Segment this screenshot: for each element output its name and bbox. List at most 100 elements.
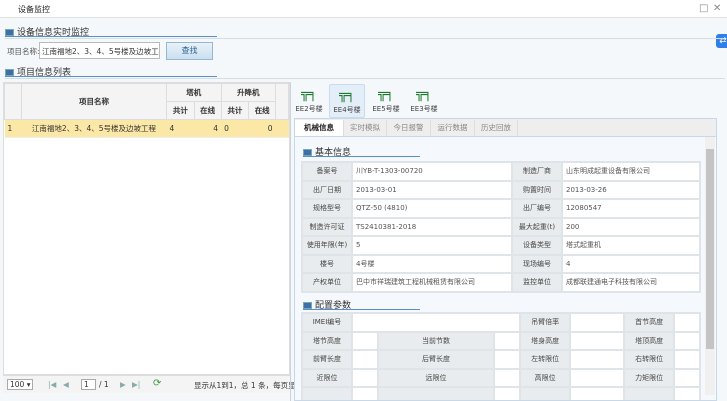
tab-history[interactable]: 历史回放: [475, 120, 518, 137]
first-page-icon[interactable]: |◀: [48, 380, 56, 389]
config-label: 首节高度: [623, 312, 676, 333]
config-value: [673, 349, 701, 370]
info-row: 产权单位 巴中市祥瑞建筑工程机械租赁有限公司 监控单位 成都联建通电子科技有限公司: [301, 272, 701, 293]
total-pages: / 1: [99, 380, 109, 389]
table-row[interactable]: 1 江南福地2、3、4、5号楼及边坡工程 4 4 0 0: [4, 119, 289, 138]
config-row: 塔节高度 当前节数 塔身高度 塔顶高度: [301, 330, 701, 351]
info-value: QTZ-50 (4810): [351, 198, 513, 219]
tab-run-data[interactable]: 运行数据: [431, 120, 475, 137]
search-button[interactable]: 查找: [166, 42, 213, 60]
tower-ee4[interactable]: ╦╕ EE4号楼: [329, 84, 365, 118]
scrollbar-thumb[interactable]: [706, 149, 714, 349]
project-name-input[interactable]: 江南福地2、3、4、5号楼及边坡工程: [39, 42, 160, 59]
scrollbar[interactable]: [705, 137, 715, 395]
monitor-icon: [5, 29, 14, 36]
tower-ee2[interactable]: ╦╕ EE2号楼: [291, 84, 327, 118]
config-label: [623, 386, 676, 400]
config-label: [376, 386, 496, 400]
config-table: IMEI编号 吊臂倍率 首节高度 塔节高度 当前节数 塔身高度 塔顶高度 前臂长度 后臂长…: [301, 312, 701, 400]
refresh-icon[interactable]: ⟳: [153, 378, 161, 389]
section-title: 项目信息列表: [17, 68, 72, 78]
info-label: 最大起重(t): [511, 216, 563, 237]
header-lift: 升降机: [220, 83, 277, 102]
config-label: 塔身高度: [519, 330, 572, 351]
next-page-icon[interactable]: ▶: [120, 380, 126, 389]
config-label: 后臂长度: [376, 349, 496, 370]
device-panel: ╦╕ EE2号楼 ╦╕ EE4号楼 ╦╕ EE5号楼 ╦╕ EE3号楼 机械信息 实时模…: [290, 82, 727, 401]
header-spacer: [275, 83, 289, 120]
close-icon[interactable]: ✕: [713, 3, 721, 14]
tower-online: 4: [194, 119, 222, 138]
info-row: 出厂日期 2013-03-01 购置时间 2013-03-26: [301, 179, 701, 200]
config-label: 吊臂倍率: [519, 312, 572, 333]
info-value: 12080547: [561, 198, 701, 219]
config-label: IMEI编号: [301, 312, 353, 333]
config-value: [351, 349, 379, 370]
info-value: 巴中市祥瑞建筑工程机械租赁有限公司: [351, 272, 513, 293]
info-label: 现场编号: [511, 253, 563, 274]
row-spacer: [275, 119, 289, 138]
header-tower: 塔机: [166, 83, 222, 102]
config-value: [569, 349, 626, 370]
window-titlebar: 设备监控 □ ✕: [0, 0, 727, 18]
info-icon: [303, 149, 312, 156]
basic-info-header: 基本信息: [303, 145, 420, 158]
info-label: 制造厂商: [511, 161, 563, 182]
last-page-icon[interactable]: ▶|: [132, 380, 140, 389]
maximize-icon[interactable]: □: [699, 3, 708, 14]
pager-summary: 显示从1到1，总 1 条，每页显: [194, 381, 296, 390]
lift-total: 0: [221, 119, 249, 138]
config-value: [493, 367, 522, 388]
lift-online: 0: [248, 119, 276, 138]
page-size-select[interactable]: 100 ▾: [7, 379, 34, 390]
info-row: 备案号 川YB-T-1303-00720 制造厂商 山东明成起重设备有限公司: [301, 161, 701, 182]
info-value: 塔式起重机: [561, 235, 701, 256]
window-title: 设备监控: [18, 5, 50, 14]
project-name: 江南福地2、3、4、5号楼及边坡工程: [21, 119, 167, 138]
info-value: 山东明成起重设备有限公司: [561, 161, 701, 182]
config-value: [673, 312, 701, 333]
config-label: 高限位: [519, 367, 572, 388]
info-value: 川YB-T-1303-00720: [351, 161, 513, 182]
config-value: [493, 386, 522, 400]
page-input[interactable]: 1: [81, 379, 96, 390]
project-grid: 项目名称 塔机 升降机 共计 在线 共计 在线 1 江南福地2、3、4、5号楼及…: [3, 82, 290, 375]
monitor-section-header: 设备信息实时监控: [5, 25, 217, 38]
info-label: 设备类型: [511, 235, 563, 256]
machine-info-content: 基本信息 备案号 川YB-T-1303-00720 制造厂商 山东明成起重设备有限公司…: [294, 136, 717, 401]
crane-icon: ╦╕: [378, 87, 394, 102]
config-value: [569, 312, 626, 333]
tower-label: EE4号楼: [333, 106, 361, 114]
link-icon[interactable]: ⇄: [716, 34, 727, 48]
pager: 100 ▾ |◀ ◀ 1 / 1 ▶ ▶| ⟳ 显示从1到1，总 1 条，每页显: [3, 375, 296, 393]
info-row: 使用年限(年) 5 设备类型 塔式起重机: [301, 235, 701, 256]
row-number: 1: [4, 119, 22, 138]
tower-ee5[interactable]: ╦╕ EE5号楼: [368, 84, 404, 118]
config-value: [673, 367, 701, 388]
config-header: 配置参数: [303, 298, 420, 311]
tab-realtime-sim[interactable]: 实时模拟: [344, 120, 387, 137]
info-label: 产权单位: [301, 272, 353, 293]
config-row: [301, 386, 701, 400]
tab-today-alarm[interactable]: 今日报警: [387, 120, 431, 137]
tower-label: EE2号楼: [295, 105, 323, 113]
info-label: 监控单位: [511, 272, 563, 293]
config-value: [351, 386, 379, 400]
header-lift-online: 在线: [248, 101, 277, 120]
info-label: 备案号: [301, 161, 353, 182]
header-tower-total: 共计: [166, 101, 195, 120]
header-tower-online: 在线: [193, 101, 222, 120]
info-label: 出厂日期: [301, 179, 353, 200]
config-label: [519, 386, 572, 400]
crane-icon: ╦╕: [416, 87, 432, 102]
config-value: [493, 349, 522, 370]
info-value: 2013-03-01: [351, 179, 513, 200]
config-label: 近限位: [301, 367, 353, 388]
tab-machine-info[interactable]: 机械信息: [295, 120, 344, 137]
prev-page-icon[interactable]: ◀: [63, 380, 69, 389]
config-value: [569, 330, 626, 351]
tower-ee3[interactable]: ╦╕ EE3号楼: [406, 84, 442, 118]
info-label: 使用年限(年): [301, 235, 353, 256]
crane-icon: ╦╕: [301, 87, 317, 102]
info-label: 出厂编号: [511, 198, 563, 219]
